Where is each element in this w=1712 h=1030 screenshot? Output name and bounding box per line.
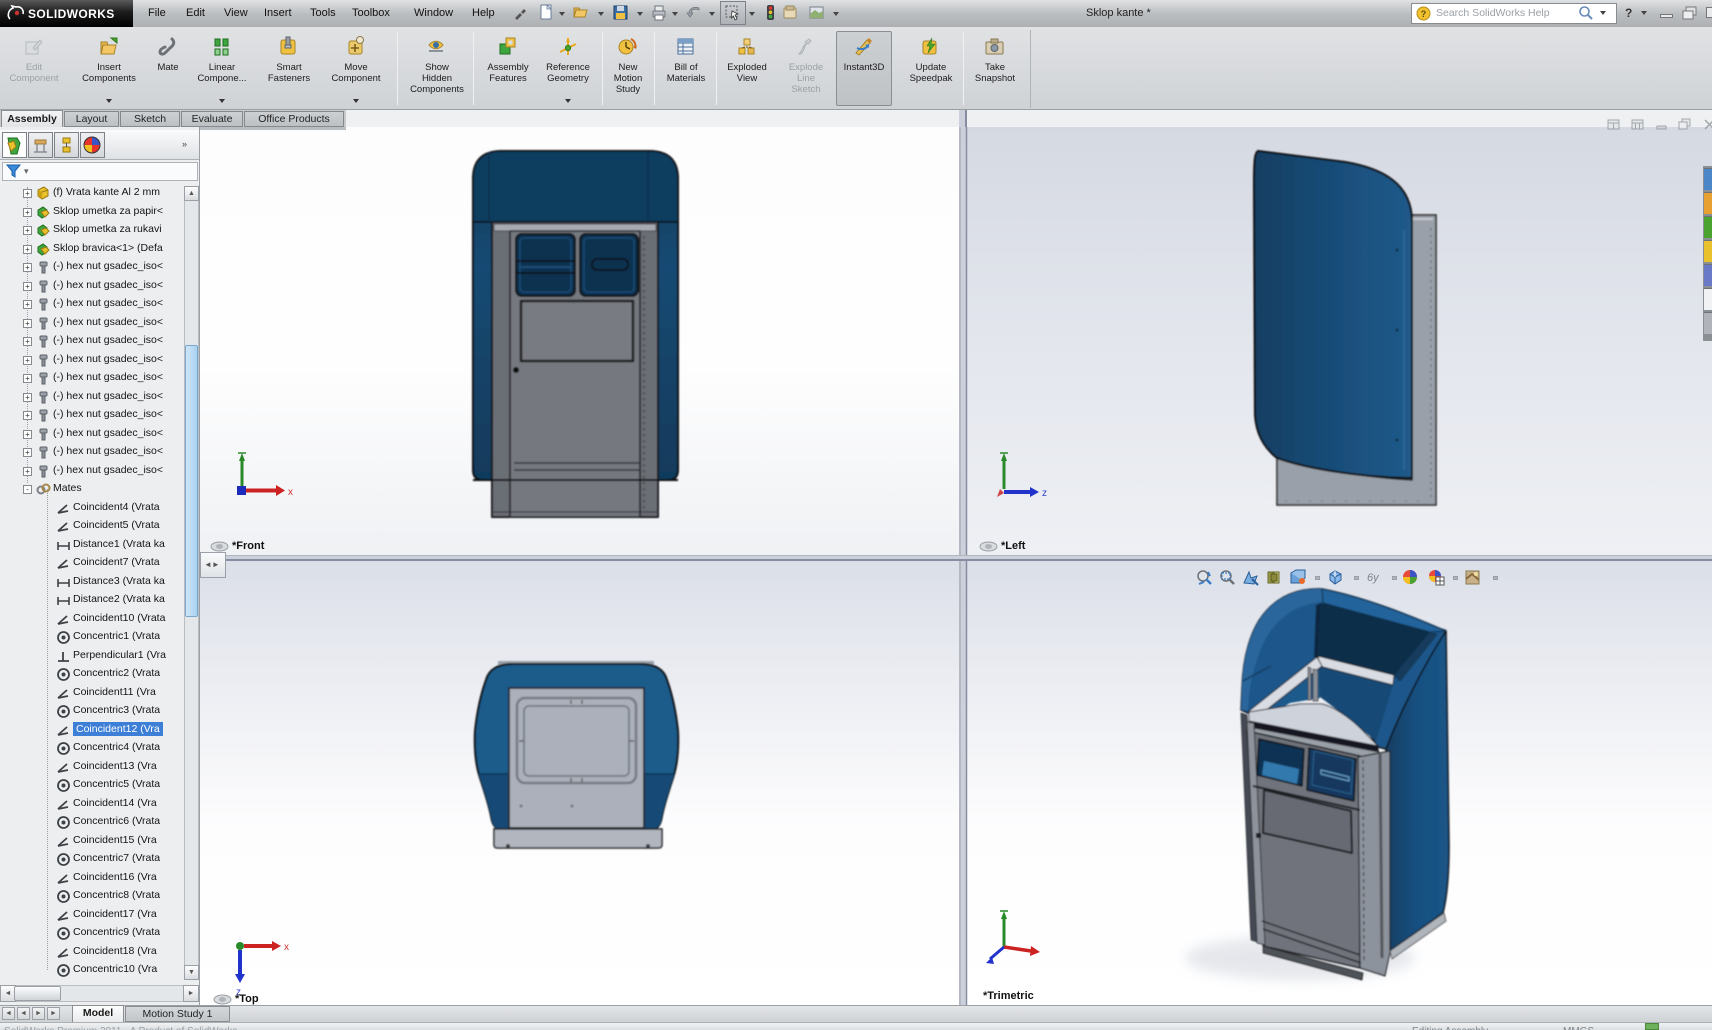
svg-text:x: x	[288, 487, 293, 498]
svg-text:6y: 6y	[1367, 572, 1380, 584]
svg-text:z: z	[1042, 488, 1047, 499]
svg-text:?: ?	[1421, 9, 1427, 19]
svg-text:x: x	[284, 942, 289, 953]
